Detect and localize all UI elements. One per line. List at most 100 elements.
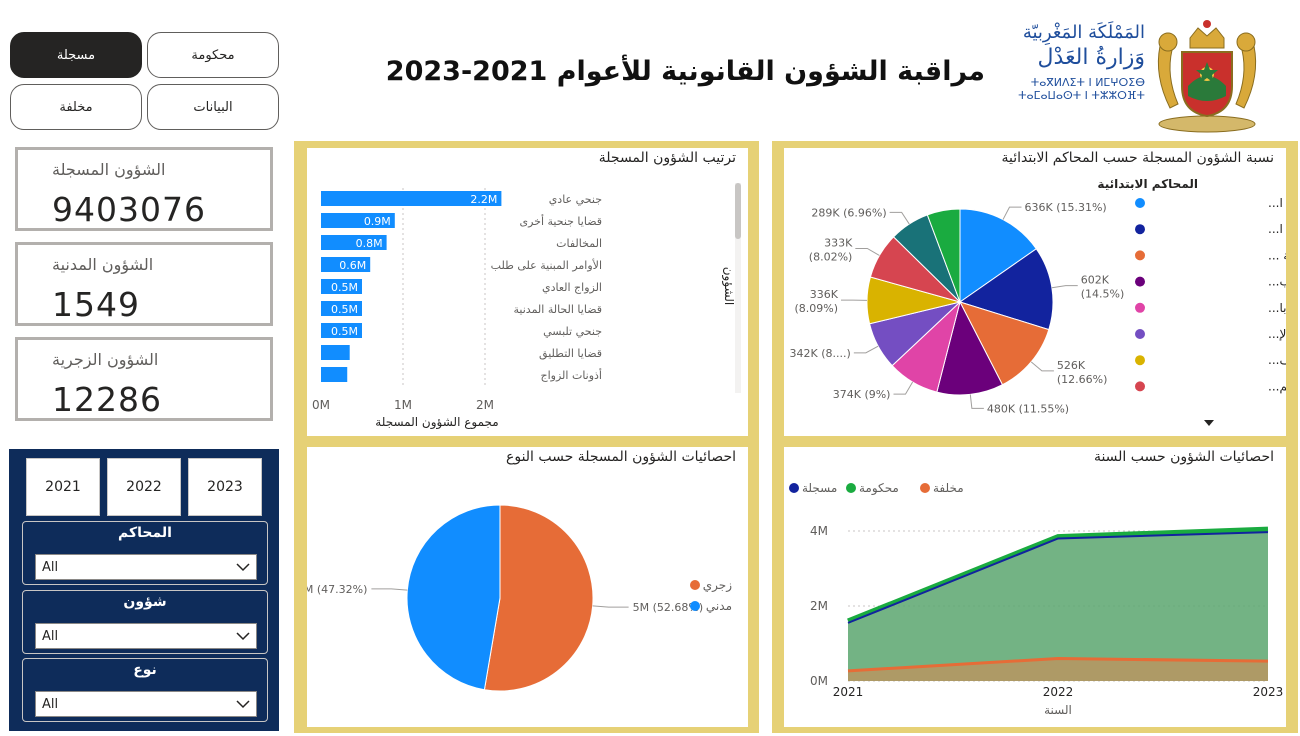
type-pie-chart: 5M (52.68%)4M (47.32%)زجريمدني [307, 504, 732, 692]
pie-slice [483, 504, 594, 692]
ministry-line2: وَزارةُ العَدْل [1037, 45, 1145, 70]
x-tick-label: 2022 [1043, 685, 1074, 699]
legend-marker [1135, 224, 1145, 235]
bar-data-label: 0.6M [339, 259, 366, 272]
data-label: 342K (8....) [790, 347, 851, 360]
data-label: 336K [810, 288, 839, 301]
legend-scroll-down-icon[interactable] [1204, 420, 1214, 426]
data-label: 602K [1081, 274, 1110, 287]
legend-marker [789, 483, 799, 493]
year-button-2021[interactable]: 2021 [26, 458, 100, 516]
legend-marker [1135, 250, 1145, 261]
bar-data-label: 0.5M [331, 303, 358, 316]
nav-data-button[interactable]: البيانات [147, 84, 279, 130]
data-label: (8.09%) [794, 302, 838, 315]
year-button-2022[interactable]: 2022 [107, 458, 181, 516]
x-axis-label: مجموع الشؤون المسجلة [375, 415, 498, 430]
nav-arrears-label: مخلفة [59, 99, 93, 115]
nav-judged-button[interactable]: محكومة [147, 32, 279, 78]
category-label: قضايا التطليق [539, 347, 602, 361]
legend-marker [1135, 329, 1145, 339]
data-label: 4M (47.32%) [307, 583, 367, 596]
nav-arrears-button[interactable]: مخلفة [10, 84, 142, 130]
legend-entry: مسجلة [802, 481, 837, 495]
legend-entry: المحكمة الابتدائية ب... [1268, 275, 1286, 289]
ministry-line3: ⵜⴰⴳⵍⴷⵉⵜ ⵏ ⵍⵎⵖⵔⵉⴱ [1030, 76, 1145, 89]
filter-title: المحاكم [118, 525, 172, 541]
ranking-bar-chart: 2.2M جنحي عادي 0.9M قضايا جنحية أخرى 0.8M الم… [312, 183, 741, 430]
filter-title: نوع [133, 662, 157, 678]
bar-data-label: 0.5M [331, 325, 358, 338]
scrollbar-thumb[interactable] [735, 183, 741, 239]
bar-data-label: 0.9M [364, 215, 391, 228]
kpi-value: 12286 [52, 380, 162, 419]
filter-type: نوع All [22, 658, 268, 722]
kpi-value: 1549 [52, 285, 140, 324]
legend-marker [920, 483, 930, 493]
leader-line [371, 588, 408, 591]
category-label: أذونات الزواج [541, 368, 602, 382]
coat-of-arms-icon [1157, 20, 1257, 133]
category-label: الأوامر المبنية على طلب [491, 258, 602, 272]
type-pie-panel: احصائيات الشؤون المسجلة حسب النوع 5M (52… [307, 447, 748, 727]
chevron-down-icon [236, 700, 250, 709]
legend-marker [1135, 198, 1145, 208]
dropdown-value: All [42, 560, 59, 575]
legend-marker [1135, 302, 1145, 313]
x-tick-label: 0M [312, 398, 330, 412]
data-label: 480K (11.55%) [987, 402, 1069, 415]
year-area-panel: احصائيات الشؤون حسب السنة 0M 2M 4M 2021 2022… [784, 447, 1286, 727]
bar-data-label: 0.5M [331, 281, 358, 294]
leader-line [1051, 285, 1078, 289]
kpi-label: الشؤون المسجلة [52, 160, 166, 179]
y-axis-label: الشؤون [721, 267, 736, 306]
ministry-line4: ⵜⴰⵎⴰⵡⴰⵙⵜ ⵏ ⵜⵣⵣⵔⴼⵜ [1018, 89, 1145, 102]
legend-marker [846, 483, 856, 493]
x-axis-label: السنة [1044, 703, 1072, 717]
nav-registered-button[interactable]: مسجلة [10, 32, 142, 78]
data-label: (14.5%) [1081, 288, 1125, 301]
leader-line [1030, 361, 1054, 372]
legend-entry: زجري [703, 578, 732, 593]
filter-title: شؤون [123, 594, 167, 610]
filter-courts: المحاكم All [22, 521, 268, 585]
legend-entry: المحكمة الابتدائية ... [1268, 248, 1286, 262]
leader-line [893, 381, 914, 395]
courts-dropdown[interactable]: All [35, 554, 257, 580]
leader-line [1002, 206, 1022, 220]
legend-entry: مخلفة [933, 481, 964, 495]
legend-marker [690, 601, 700, 611]
data-label: 636K (15.31%) [1024, 201, 1106, 214]
bar [321, 345, 350, 360]
x-tick-label: 2M [476, 398, 494, 412]
category-label: الزواج العادي [542, 281, 602, 294]
year-button-2023[interactable]: 2023 [188, 458, 262, 516]
legend-title: المحاكم الابتدائية [1097, 177, 1198, 191]
leader-line [855, 248, 880, 256]
data-label: 526K [1057, 359, 1086, 372]
legend-marker [1135, 276, 1145, 287]
category-label: جنحي عادي [549, 193, 602, 206]
filter-affairs: شؤون All [22, 590, 268, 654]
kpi-label: الشؤون المدنية [52, 255, 154, 274]
category-label: قضايا جنحية أخرى [519, 214, 602, 228]
courts-pie-chart: 636K (15.31%) 602K(14.5%) 526K(12.66%) 480K… [790, 177, 1286, 426]
category-label: قضايا الحالة المدنية [514, 303, 602, 316]
legend-entry: المحكمة الابتدائية ا... [1268, 196, 1286, 210]
legend-entry: محكومة [859, 481, 899, 496]
legend-entry: المحكمة الابتدائية الإ... [1268, 327, 1286, 341]
ranking-chart-panel: ترتيب الشؤون المسجلة 2.2M جنحي عادي 0.9M قض… [307, 148, 748, 436]
nav-registered-label: مسجلة [56, 47, 96, 63]
kpi-card-criminal: الشؤون الزجرية 12286 [15, 337, 273, 421]
data-label: 333K [824, 237, 853, 250]
y-tick-label: 2M [810, 599, 828, 613]
slicer-panel: 2021 2022 2023 المحاكم All شؤون All نوع … [9, 449, 279, 731]
legend-entry: المحكمة الابتدائية ا... [1268, 222, 1286, 236]
leader-line [889, 211, 910, 225]
year-area-chart: 0M 2M 4M 2021 2022 2023 السنة مسجلة محكومة مخلفة [789, 481, 1284, 717]
x-tick-label: 2023 [1253, 685, 1284, 699]
nav-judged-label: محكومة [191, 47, 235, 63]
type-dropdown[interactable]: All [35, 691, 257, 717]
affairs-dropdown[interactable]: All [35, 623, 257, 649]
dropdown-value: All [42, 697, 59, 712]
